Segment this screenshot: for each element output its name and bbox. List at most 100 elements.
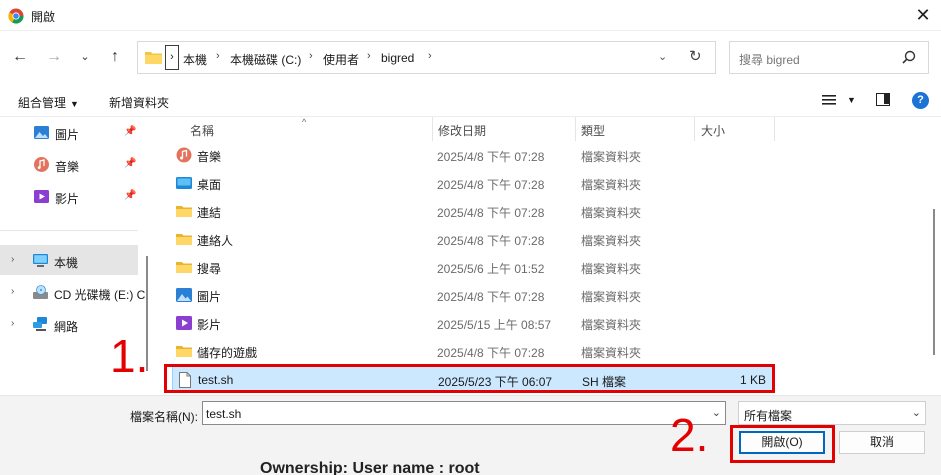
file-date: 2025/5/6 上午 01:52: [437, 262, 545, 276]
chrome-icon: [8, 8, 24, 24]
folder-icon: [176, 234, 192, 245]
close-button[interactable]: ✕: [910, 4, 936, 26]
file-date: 2025/4/8 下午 07:28: [437, 178, 545, 192]
file-list-scrollbar[interactable]: [933, 209, 935, 355]
table-row[interactable]: 連絡人 2025/4/8 下午 07:28 檔案資料夾: [172, 226, 773, 252]
expand-chevron-icon[interactable]: ›: [11, 254, 14, 265]
sidebar-item-label: 本機: [54, 256, 79, 270]
file-type-value: 所有檔案: [744, 409, 793, 423]
folder-icon: [176, 346, 192, 357]
file-type-select[interactable]: 所有檔案 ⌄: [738, 401, 926, 425]
sidebar-item-this-pc[interactable]: › 本機: [0, 245, 138, 275]
column-divider[interactable]: [774, 117, 775, 141]
sort-up-icon: ^: [302, 117, 307, 127]
sidebar-item-label: 影片: [55, 192, 80, 206]
pictures-icon: [34, 126, 49, 139]
organize-menu[interactable]: 組合管理 ▼: [18, 94, 79, 111]
breadcrumb-item[interactable]: 本機: [183, 51, 207, 68]
expand-chevron-icon[interactable]: ›: [11, 318, 14, 329]
chevron-down-icon[interactable]: ⌄: [712, 406, 721, 419]
file-type: 檔案資料夾: [581, 262, 642, 276]
file-date: 2025/4/8 下午 07:28: [437, 234, 545, 248]
file-date: 2025/5/15 上午 08:57: [437, 318, 552, 332]
search-icon[interactable]: [902, 50, 916, 64]
breadcrumb-chevron-icon[interactable]: ›: [165, 45, 179, 70]
refresh-icon[interactable]: ↻: [689, 47, 702, 65]
file-type: 檔案資料夾: [581, 234, 642, 248]
forward-arrow-icon[interactable]: →: [43, 46, 65, 68]
folder-icon: [145, 52, 162, 64]
sidebar-item-music[interactable]: 音樂 📌: [0, 149, 138, 179]
filename-input[interactable]: test.sh ⌄: [202, 401, 726, 425]
file-name: 搜尋: [197, 262, 222, 276]
breadcrumb-separator-icon[interactable]: ›: [428, 50, 432, 62]
column-header-size[interactable]: 大小: [701, 122, 725, 139]
column-divider[interactable]: [575, 117, 576, 141]
file-date: 2025/4/8 下午 07:28: [437, 346, 545, 360]
preview-pane-icon[interactable]: [876, 93, 890, 106]
table-row[interactable]: 圖片 2025/4/8 下午 07:28 檔案資料夾: [172, 282, 773, 308]
table-row[interactable]: 桌面 2025/4/8 下午 07:28 檔案資料夾: [172, 170, 773, 196]
address-bar[interactable]: › 本機 › 本機磁碟 (C:) › 使用者 › bigred › ⌄ ↻: [137, 41, 716, 74]
organize-label: 組合管理: [18, 96, 67, 110]
command-bar: 組合管理 ▼ 新增資料夾 ▼: [0, 84, 941, 117]
chevron-down-icon[interactable]: ⌄: [912, 406, 921, 419]
pin-icon[interactable]: 📌: [124, 158, 136, 169]
network-icon: [33, 317, 47, 331]
table-row[interactable]: 儲存的遊戲 2025/4/8 下午 07:28 檔案資料夾: [172, 338, 773, 364]
breadcrumb-separator-icon[interactable]: ›: [216, 50, 220, 62]
search-placeholder: 搜尋 bigred: [739, 53, 800, 67]
file-name: 音樂: [197, 150, 222, 164]
pin-icon[interactable]: 📌: [124, 190, 136, 201]
help-icon[interactable]: ?: [912, 92, 929, 109]
chevron-down-icon[interactable]: ⌄: [74, 46, 96, 68]
breadcrumb-separator-icon[interactable]: ›: [309, 50, 313, 62]
sidebar-item-label: 圖片: [55, 128, 80, 142]
breadcrumb-separator-icon[interactable]: ›: [367, 50, 371, 62]
column-divider[interactable]: [694, 117, 695, 141]
desktop-folder-icon: [176, 177, 192, 189]
breadcrumb-item[interactable]: bigred: [381, 51, 414, 65]
new-folder-button[interactable]: 新增資料夾: [109, 94, 169, 111]
file-name: 圖片: [197, 290, 222, 304]
folder-icon: [176, 262, 192, 273]
table-row[interactable]: 音樂 2025/4/8 下午 07:28 檔案資料夾: [172, 142, 773, 168]
sidebar-item-cd-drive[interactable]: › CD 光碟機 (E:) C: [0, 277, 145, 307]
sidebar-item-label: CD 光碟機 (E:) C: [54, 288, 146, 302]
table-row[interactable]: 連結 2025/4/8 下午 07:28 檔案資料夾: [172, 198, 773, 224]
file-name: 影片: [197, 318, 222, 332]
annotation-box-step1: [164, 364, 775, 393]
table-row[interactable]: 影片 2025/5/15 上午 08:57 檔案資料夾: [172, 310, 773, 336]
sidebar-item-pictures[interactable]: 圖片 📌: [0, 117, 138, 147]
sidebar-item-videos[interactable]: 影片 📌: [0, 181, 138, 211]
file-name: 桌面: [197, 178, 222, 192]
table-row[interactable]: 搜尋 2025/5/6 上午 01:52 檔案資料夾: [172, 254, 773, 280]
view-caret-icon[interactable]: ▼: [847, 95, 856, 105]
column-header-type[interactable]: 類型: [581, 122, 605, 139]
background-window-text: Ownership: User name : root: [260, 460, 480, 475]
annotation-number-step2: 2.: [670, 409, 709, 461]
column-header-name[interactable]: 名稱: [190, 122, 214, 139]
column-divider[interactable]: [432, 117, 433, 141]
file-date: 2025/4/8 下午 07:28: [437, 290, 545, 304]
breadcrumb-item[interactable]: 使用者: [323, 51, 359, 68]
file-date: 2025/4/8 下午 07:28: [437, 206, 545, 220]
cancel-button[interactable]: 取消: [839, 431, 925, 454]
search-input[interactable]: 搜尋 bigred: [729, 41, 929, 74]
up-arrow-icon[interactable]: ↑: [104, 46, 126, 68]
cd-drive-icon: [33, 285, 48, 299]
annotation-number-step1: 1.: [110, 330, 149, 382]
breadcrumb-item[interactable]: 本機磁碟 (C:): [230, 51, 301, 68]
music-folder-icon: [176, 147, 192, 163]
pictures-folder-icon: [176, 288, 192, 302]
back-arrow-icon[interactable]: ←: [9, 46, 31, 68]
music-icon: [34, 157, 49, 172]
sidebar-item-label: 網路: [54, 320, 79, 334]
view-list-icon[interactable]: [822, 94, 836, 106]
pin-icon[interactable]: 📌: [124, 126, 136, 137]
videos-icon: [34, 190, 49, 203]
address-dropdown-icon[interactable]: ⌄: [658, 50, 667, 63]
expand-chevron-icon[interactable]: ›: [11, 286, 14, 297]
window-title: 開啟: [31, 10, 56, 24]
column-header-date[interactable]: 修改日期: [438, 122, 486, 139]
